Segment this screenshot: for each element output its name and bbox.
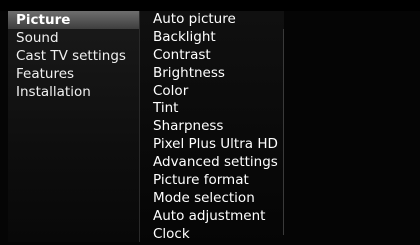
main-menu-item-installation[interactable]: Installation — [8, 83, 139, 101]
submenu-item-mode-selection[interactable]: Mode selection — [140, 190, 284, 208]
submenu-item-tint[interactable]: Tint — [140, 100, 284, 118]
submenu-item-backlight[interactable]: Backlight — [140, 29, 284, 47]
submenu-item-picture-format[interactable]: Picture format — [140, 172, 284, 190]
main-menu-item-sound[interactable]: Sound — [8, 29, 139, 47]
main-menu: Picture Sound Cast TV settings Features … — [8, 11, 140, 242]
submenu-item-auto-adjustment[interactable]: Auto adjustment — [140, 208, 284, 226]
top-frame — [0, 0, 420, 11]
main-menu-item-features[interactable]: Features — [8, 65, 139, 83]
submenu-item-pixel-plus-ultra-hd[interactable]: Pixel Plus Ultra HD — [140, 136, 284, 154]
submenu-item-advanced-settings[interactable]: Advanced settings — [140, 154, 284, 172]
main-menu-item-cast-tv-settings[interactable]: Cast TV settings — [8, 47, 139, 65]
submenu-item-clock[interactable]: Clock — [140, 226, 284, 244]
submenu-divider — [283, 29, 284, 235]
tv-menu-screen: Picture Sound Cast TV settings Features … — [0, 0, 420, 245]
submenu-item-brightness[interactable]: Brightness — [140, 65, 284, 83]
picture-submenu: Auto picture Backlight Contrast Brightne… — [140, 11, 284, 245]
main-menu-item-picture[interactable]: Picture — [8, 11, 139, 29]
submenu-item-color[interactable]: Color — [140, 83, 284, 101]
submenu-item-auto-picture[interactable]: Auto picture — [140, 11, 284, 29]
submenu-item-contrast[interactable]: Contrast — [140, 47, 284, 65]
submenu-item-sharpness[interactable]: Sharpness — [140, 118, 284, 136]
